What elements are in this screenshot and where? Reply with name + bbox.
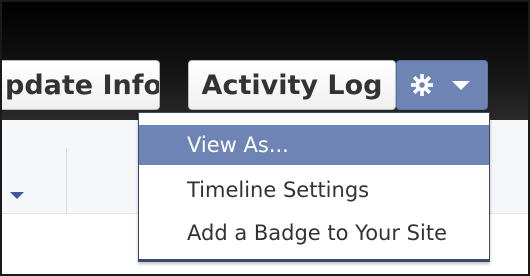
settings-dropdown-button[interactable]	[396, 60, 488, 110]
activity-log-button[interactable]: Activity Log	[188, 60, 396, 110]
tab-divider	[66, 148, 67, 213]
screenshot-frame: pdate Info Activity Log View As... Timel…	[0, 0, 530, 276]
menu-item-add-badge[interactable]: Add a Badge to Your Site	[139, 213, 489, 253]
menu-item-view-as[interactable]: View As...	[139, 125, 489, 165]
menu-item-timeline-settings[interactable]: Timeline Settings	[139, 170, 489, 210]
caret-down-icon	[452, 81, 470, 90]
update-info-button[interactable]: pdate Info	[2, 60, 160, 110]
gear-icon	[411, 74, 433, 96]
settings-dropdown-menu: View As... Timeline Settings Add a Badge…	[138, 112, 490, 262]
tab-caret-icon[interactable]	[10, 192, 24, 199]
